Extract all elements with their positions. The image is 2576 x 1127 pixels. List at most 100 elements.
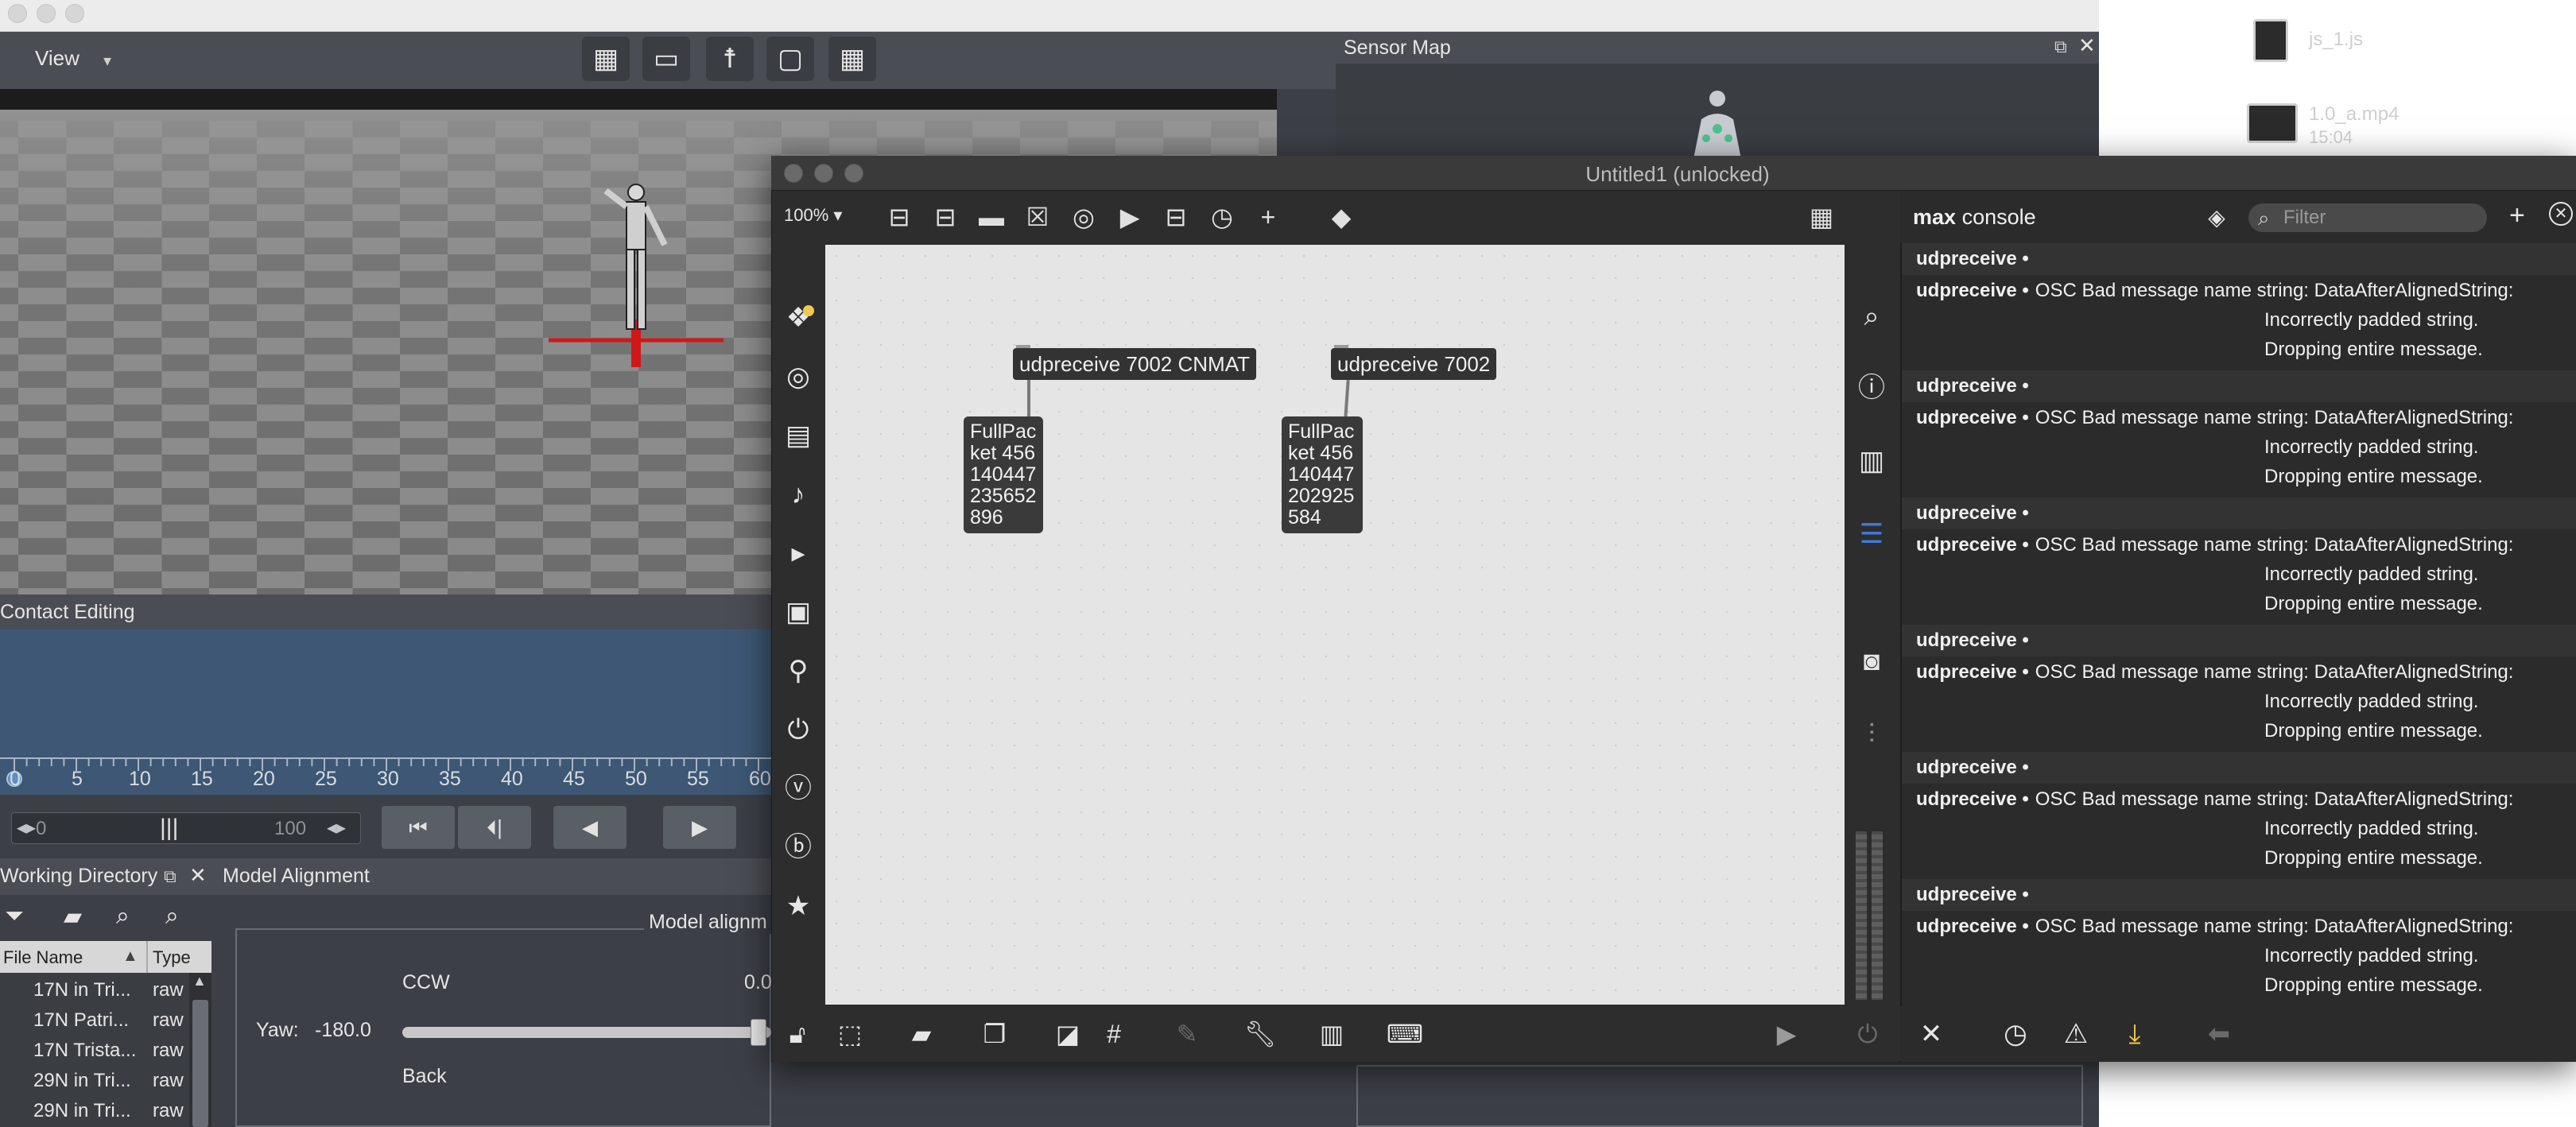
panel-icon[interactable]: ▢ xyxy=(766,37,814,81)
file-row[interactable]: 17N Trista... raw xyxy=(0,1035,189,1067)
console-entry[interactable]: udpreceive • xyxy=(1902,752,2576,784)
checker-icon[interactable]: ▦ xyxy=(582,37,630,81)
midi-keyboard-icon[interactable]: ▥ xyxy=(1312,1014,1352,1054)
skip-start-button[interactable]: ⏮ xyxy=(382,806,455,849)
slider-icon[interactable]: ⊟ xyxy=(1158,199,1194,235)
camera-view-icon[interactable]: ▭ xyxy=(642,37,690,81)
desktop-file-label[interactable]: js_1.js xyxy=(2309,29,2363,51)
search-folder-icon[interactable]: ⌕ xyxy=(116,903,130,930)
console-entry[interactable]: udpreceive • OSC Bad message name string:… xyxy=(1902,656,2576,752)
dial-icon[interactable]: ◷ xyxy=(1204,199,1240,235)
filter-input[interactable]: ⌕ Filter xyxy=(2248,203,2487,232)
console-entry[interactable]: udpreceive • xyxy=(1902,879,2576,911)
mixer-icon[interactable]: ⫶ xyxy=(1851,714,1892,755)
hide-cords-icon[interactable]: ◪ xyxy=(1048,1014,1088,1054)
power-icon[interactable]: ⏻ xyxy=(1848,1014,1887,1054)
comment-icon[interactable]: ▬ xyxy=(973,199,1010,235)
plug-icon[interactable]: ⏻ xyxy=(779,711,817,749)
folder-icon[interactable]: ▰ xyxy=(64,903,82,931)
reference-icon[interactable]: ▥ xyxy=(1851,440,1892,482)
warning-icon[interactable]: ⚠ xyxy=(2056,1014,2096,1054)
col-type[interactable]: Type xyxy=(153,947,191,968)
close-icon[interactable]: ✕ xyxy=(189,863,207,888)
yaw-slider[interactable] xyxy=(402,1019,771,1046)
lock-icon[interactable]: 🔓︎ xyxy=(778,1014,817,1054)
grid-icon[interactable]: ▦ xyxy=(828,37,876,81)
udpreceive-cnmat-object[interactable]: udpreceive 7002 CNMAT xyxy=(1013,348,1256,380)
video-icon[interactable]: ▤ xyxy=(779,416,817,455)
video-file-icon[interactable] xyxy=(2247,103,2298,143)
console-entry[interactable]: udpreceive • OSC Bad message name string:… xyxy=(1902,911,2576,1006)
yaw-slider-handle[interactable] xyxy=(751,1019,766,1046)
star-icon[interactable]: ★ xyxy=(779,887,817,925)
range-left-icon[interactable]: ◂▸ xyxy=(17,816,36,839)
desktop-file-label[interactable]: 1.0_a.mp4 xyxy=(2309,103,2399,126)
skeleton-icon[interactable]: ☨ xyxy=(706,37,754,81)
undock-icon[interactable]: ⧉ xyxy=(2054,37,2067,57)
view-menu[interactable]: View xyxy=(35,46,80,71)
close-dot[interactable] xyxy=(8,4,27,23)
music-note-icon[interactable]: ♪ xyxy=(779,475,817,513)
console-entry[interactable]: udpreceive • xyxy=(1902,625,2576,656)
console-entry[interactable]: udpreceive • OSC Bad message name string:… xyxy=(1902,784,2576,879)
file-row[interactable]: 17N in Tri... raw xyxy=(0,974,189,1006)
v8-icon[interactable]: ⓥ xyxy=(779,769,817,807)
scroll-to-bottom-icon[interactable]: ⤓ xyxy=(2115,1014,2155,1054)
step-back-button[interactable]: ⏴| xyxy=(458,806,531,849)
play-button[interactable]: ▶ xyxy=(663,806,736,849)
debug-icon[interactable]: ✎ xyxy=(1167,1014,1207,1054)
minimize-dot[interactable] xyxy=(814,164,833,183)
inlet[interactable] xyxy=(1334,345,1348,348)
range-slider[interactable]: ◂▸ 0 ||| 100 ◂▸ xyxy=(11,812,361,844)
message-box-2[interactable]: FullPac ket 456 140447 202925 584 xyxy=(1282,416,1363,533)
back-arrow-icon[interactable]: ⬅ xyxy=(2199,1014,2239,1054)
message-box-1[interactable]: FullPac ket 456 140447 235652 896 xyxy=(964,416,1043,533)
file-row[interactable]: 29N in Tri... raw xyxy=(0,1095,189,1127)
clock-icon[interactable]: ◷ xyxy=(1996,1014,2035,1054)
col-file-name[interactable]: File Name xyxy=(3,947,83,968)
play-reverse-button[interactable]: ◀ xyxy=(553,806,627,849)
packages-icon[interactable]: ❖ xyxy=(779,299,817,337)
paperclip-icon[interactable]: ⚲ xyxy=(779,652,817,690)
button-icon[interactable]: ▶ xyxy=(1111,199,1148,235)
file-list-scrollbar[interactable]: ▲ xyxy=(189,973,211,1127)
wrench-icon[interactable]: 🔧︎ xyxy=(1240,1014,1280,1054)
bang-box-icon[interactable]: ☒ xyxy=(1019,199,1056,235)
console-entry[interactable]: udpreceive • xyxy=(1902,370,2576,402)
zoom-select[interactable]: 100% ▾ xyxy=(784,205,842,226)
presentation-icon[interactable]: ▰ xyxy=(902,1014,941,1054)
beap-icon[interactable]: ⓑ xyxy=(779,828,817,866)
console-list-icon[interactable]: ☰ xyxy=(1851,513,1892,555)
js-file-icon[interactable] xyxy=(2253,19,2288,62)
grid-toggle-icon[interactable]: ▦ xyxy=(1803,199,1840,235)
sort-up-icon[interactable]: ▲ xyxy=(122,947,138,966)
console-entry[interactable]: udpreceive • xyxy=(1902,498,2576,529)
file-row[interactable]: 29N in Tri... raw xyxy=(0,1065,189,1097)
toggle-icon[interactable]: ◎ xyxy=(1065,199,1102,235)
pin-icon[interactable]: ◈ xyxy=(2202,203,2231,232)
patch-cord[interactable] xyxy=(1027,380,1030,418)
file-row[interactable]: 17N Patri... raw xyxy=(0,1005,189,1036)
paint-bucket-icon[interactable]: ◆ xyxy=(1323,199,1360,235)
computer-keyboard-icon[interactable]: ⌨ xyxy=(1385,1014,1425,1054)
range-handle-icon[interactable]: ||| xyxy=(160,815,178,842)
snapshot-camera-icon[interactable]: ◙ xyxy=(1851,641,1892,682)
close-console-icon[interactable]: ✕ xyxy=(2549,202,2573,226)
filter-icon[interactable]: ⏷ xyxy=(5,903,24,930)
target-icon[interactable]: ◎ xyxy=(779,358,817,396)
grid-icon[interactable]: # xyxy=(1094,1014,1134,1054)
add-icon[interactable]: + xyxy=(2509,200,2525,231)
udpreceive-object[interactable]: udpreceive 7002 xyxy=(1331,348,1497,380)
close-dot[interactable] xyxy=(784,164,803,183)
inlet[interactable] xyxy=(1016,345,1030,348)
zoom-dot[interactable] xyxy=(65,4,84,23)
info-icon[interactable]: ⓘ xyxy=(1851,367,1892,409)
object-box-icon[interactable]: ⊟ xyxy=(881,199,918,235)
reveal-icon[interactable]: ⌕ xyxy=(165,903,179,930)
console-entry[interactable]: udpreceive • OSC Bad message name string:… xyxy=(1902,402,2576,498)
zoom-dot[interactable] xyxy=(844,164,863,183)
clear-console-icon[interactable]: ✕ xyxy=(1911,1014,1951,1054)
contact-timeline-area[interactable] xyxy=(0,629,771,763)
message-box-icon[interactable]: ⊟ xyxy=(927,199,964,235)
console-entry[interactable]: udpreceive • OSC Bad message name string:… xyxy=(1902,529,2576,625)
